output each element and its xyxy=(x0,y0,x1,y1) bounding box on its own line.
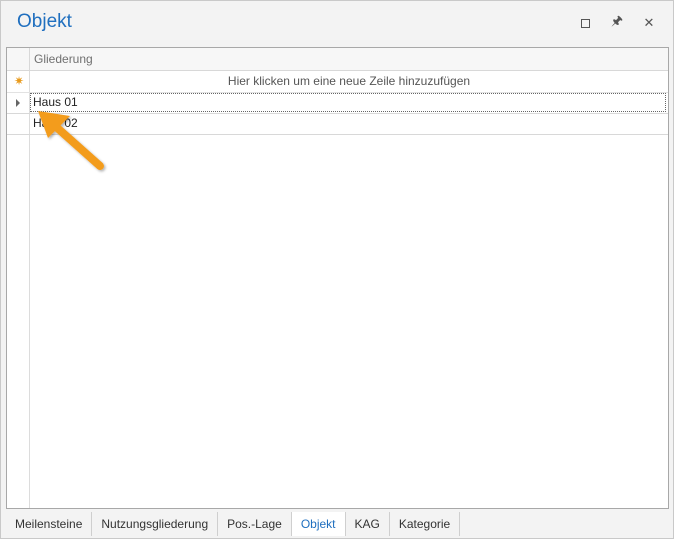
table-row[interactable]: Haus 01 xyxy=(7,93,668,114)
table-cell-gliederung[interactable]: Haus 02 xyxy=(30,114,666,133)
maximize-icon xyxy=(580,18,590,28)
window-title: Objekt xyxy=(17,11,72,32)
table-cell-gliederung[interactable]: Haus 01 xyxy=(30,93,666,112)
current-row-triangle-icon xyxy=(16,99,20,107)
maximize-button[interactable] xyxy=(576,14,594,32)
table-row[interactable]: Haus 02 xyxy=(7,114,668,135)
bottom-tab-strip: Meilensteine Nutzungsgliederung Pos.-Lag… xyxy=(6,512,461,536)
new-row-prompt[interactable]: Hier klicken um eine neue Zeile hinzuzuf… xyxy=(30,71,668,92)
row-indicator xyxy=(7,93,29,113)
new-row-star-icon: ✷ xyxy=(13,74,25,88)
objekt-window: Objekt 🖈 ✕ Gliederung ✷ Hier klicken um … xyxy=(0,0,674,539)
tab-nutzungsgliederung[interactable]: Nutzungsgliederung xyxy=(92,512,219,536)
header-indicator-cell xyxy=(7,48,30,70)
pin-button[interactable]: 🖈 xyxy=(608,13,626,32)
title-bar: Objekt 🖈 ✕ xyxy=(1,1,673,45)
data-grid: Gliederung ✷ Hier klicken um eine neue Z… xyxy=(6,47,669,509)
tab-meilensteine[interactable]: Meilensteine xyxy=(6,512,93,536)
pin-icon: 🖈 xyxy=(610,13,624,28)
new-row[interactable]: ✷ Hier klicken um eine neue Zeile hinzuz… xyxy=(7,71,668,93)
tab-objekt[interactable]: Objekt xyxy=(290,512,346,536)
column-header-gliederung[interactable]: Gliederung xyxy=(30,48,93,70)
close-icon: ✕ xyxy=(643,15,655,30)
tab-kategorie[interactable]: Kategorie xyxy=(390,512,461,536)
grid-header-row: Gliederung xyxy=(7,48,668,71)
tab-pos-lage[interactable]: Pos.-Lage xyxy=(218,512,292,536)
row-indicator xyxy=(7,114,29,134)
close-button[interactable]: ✕ xyxy=(640,14,658,32)
tab-kag[interactable]: KAG xyxy=(346,512,390,536)
